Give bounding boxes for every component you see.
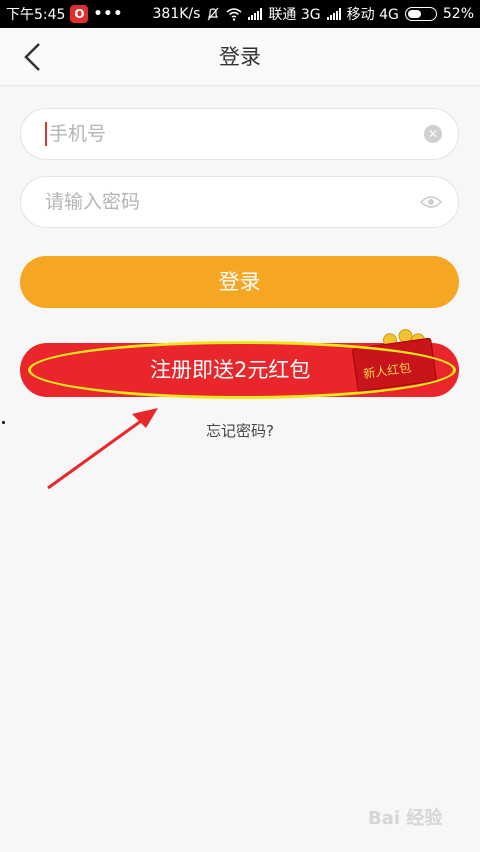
eye-icon[interactable] [420,195,442,209]
text-cursor [45,122,47,146]
watermark: Bai 经验 [368,808,443,829]
battery-icon [404,7,437,21]
status-right: 381K/s 联通 3G 移动 4G 52% [153,4,474,24]
red-envelope-icon: 新人红包 [344,325,442,399]
phone-field[interactable]: ✕ [20,108,459,160]
more-notifications-icon: ••• [93,6,124,22]
signal-icon-2 [326,8,341,20]
password-input[interactable] [45,191,420,213]
login-button[interactable]: 登录 [20,256,459,308]
register-label: 注册即送2元红包 [150,358,311,382]
forgot-password-link[interactable]: 忘记密码? [0,420,480,441]
stray-dot [2,421,5,424]
page-title: 登录 [219,45,261,69]
carrier-1: 联通 3G [268,7,321,23]
wifi-icon [226,8,242,21]
battery-percent: 52% [442,6,474,22]
battery-fill [407,10,422,18]
status-bar: 下午5:45 O ••• 381K/s 联通 3G 移动 4G 52% [0,0,480,28]
status-time: 下午5:45 [6,7,66,23]
app-notification-icon: O [70,5,89,23]
register-button[interactable]: 注册即送2元红包 新人红包 [20,328,459,399]
signal-icon [248,8,263,20]
clear-icon[interactable]: ✕ [424,125,442,143]
nav-bar: 登录 [0,28,480,86]
phone-input[interactable] [49,123,424,145]
network-speed: 381K/s [152,6,201,22]
bell-muted-icon [207,7,219,21]
password-field[interactable] [20,176,459,228]
status-left: 下午5:45 O ••• [6,4,123,24]
carrier-2: 移动 4G [346,7,399,23]
